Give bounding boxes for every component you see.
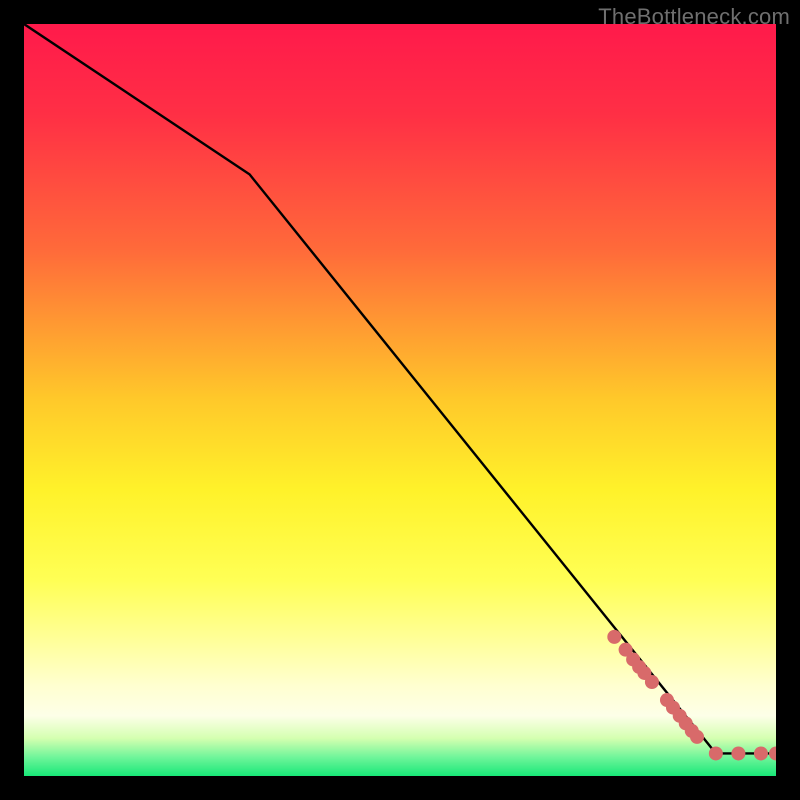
- chart-stage: TheBottleneck.com: [0, 0, 800, 800]
- data-point: [754, 746, 768, 760]
- data-point: [645, 675, 659, 689]
- data-point: [690, 730, 704, 744]
- chart-plot: [24, 24, 776, 776]
- data-point: [731, 746, 745, 760]
- data-point: [709, 746, 723, 760]
- gradient-background: [24, 24, 776, 776]
- data-point: [607, 630, 621, 644]
